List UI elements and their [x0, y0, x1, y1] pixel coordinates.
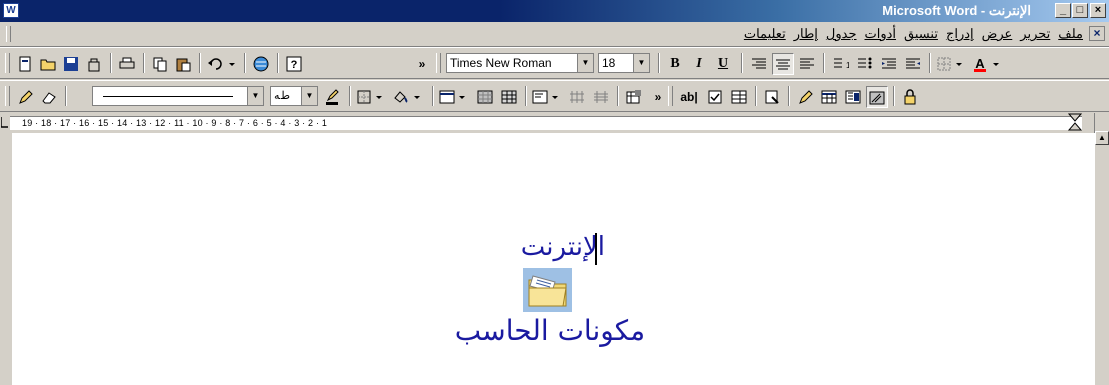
align-center-icon[interactable]: [772, 53, 794, 75]
new-document-icon[interactable]: [14, 53, 36, 75]
border-color-icon[interactable]: [321, 86, 343, 108]
permissions-icon[interactable]: [83, 53, 105, 75]
borders-icon[interactable]: [935, 53, 967, 75]
menu-format[interactable]: تنسيق: [900, 26, 942, 42]
font-color-icon[interactable]: A: [972, 53, 1006, 75]
title-bar: W Microsoft Word - الإنترنت _ □ ×: [0, 0, 1109, 22]
svg-text:1: 1: [846, 61, 849, 70]
menu-frame[interactable]: إطار: [790, 26, 822, 42]
help-icon[interactable]: ?: [283, 53, 305, 75]
menu-tools[interactable]: أدوات: [861, 26, 901, 42]
window-title: Microsoft Word - الإنترنت: [882, 3, 1031, 18]
form-field-shading-icon[interactable]: [866, 86, 888, 108]
bullets-icon[interactable]: [854, 53, 876, 75]
numbering-icon[interactable]: 1: [830, 53, 852, 75]
shading-color-icon[interactable]: [391, 86, 425, 108]
copy-icon[interactable]: [149, 53, 171, 75]
bold-button[interactable]: B: [664, 53, 686, 75]
insert-table-small-icon[interactable]: [818, 86, 840, 108]
vertical-scrollbar[interactable]: ▲: [1094, 113, 1109, 385]
chevron-down-icon[interactable]: ▼: [247, 87, 263, 105]
chevron-down-icon[interactable]: ▼: [577, 54, 593, 72]
toolbar-grip[interactable]: [668, 86, 673, 106]
eraser-icon[interactable]: [38, 86, 60, 108]
line-style-preview: [103, 96, 233, 97]
menu-table[interactable]: جدول: [822, 26, 861, 42]
insert-table-icon[interactable]: [438, 86, 470, 108]
increase-indent-icon[interactable]: [902, 53, 924, 75]
paste-icon[interactable]: [172, 53, 194, 75]
merge-cells-icon[interactable]: [474, 86, 496, 108]
protect-form-icon[interactable]: [899, 86, 921, 108]
word-icon[interactable]: W: [3, 3, 19, 18]
outside-border-icon[interactable]: [355, 86, 387, 108]
align-left-icon[interactable]: [796, 53, 818, 75]
more-buttons-icon[interactable]: »: [416, 53, 428, 75]
scroll-up-icon[interactable]: ▲: [1095, 131, 1109, 145]
draw-table-pencil-icon[interactable]: [14, 86, 36, 108]
align-right-icon[interactable]: [748, 53, 770, 75]
left-margin-strip: [0, 133, 12, 385]
standard-formatting-toolbar: ? » Times New Roman ▼ 18 ▼ B I U 1 A: [0, 47, 1109, 79]
menu-bar: ملفتحريرعرضإدراجتنسيقأدواتجدولإطارتعليما…: [0, 22, 1109, 47]
line-style-select[interactable]: ▼: [92, 86, 264, 106]
save-icon[interactable]: [60, 53, 82, 75]
menu-help[interactable]: تعليمات: [740, 26, 790, 42]
chevron-down-icon[interactable]: ▼: [301, 87, 317, 105]
toolbar-grip[interactable]: [5, 86, 10, 106]
text-direction-select[interactable]: ﻁﻪ ▼: [270, 86, 318, 106]
horizontal-ruler[interactable]: 19 · 18 · 17 · 16 · 15 · 14 · 13 · 12 · …: [0, 113, 1094, 133]
draw-table-icon[interactable]: [794, 86, 816, 108]
close-button[interactable]: ×: [1090, 3, 1106, 18]
italic-button[interactable]: I: [688, 53, 710, 75]
distribute-columns-icon[interactable]: [590, 86, 612, 108]
font-name-select[interactable]: Times New Roman ▼: [446, 53, 594, 73]
menu-file[interactable]: ملف: [1054, 26, 1087, 42]
font-size-select[interactable]: 18 ▼: [598, 53, 650, 73]
indent-marker-icon[interactable]: [1067, 113, 1083, 132]
minimize-button[interactable]: _: [1055, 3, 1071, 18]
underline-button[interactable]: U: [712, 53, 734, 75]
print-icon[interactable]: [116, 53, 138, 75]
menu-edit[interactable]: تحرير: [1016, 26, 1054, 42]
menu-grip[interactable]: [6, 26, 11, 42]
table-autoformat-icon[interactable]: [623, 86, 645, 108]
menu-insert[interactable]: إدراج: [942, 26, 978, 42]
chevron-down-icon[interactable]: ▼: [633, 54, 649, 72]
toolbar-grip[interactable]: [436, 53, 441, 73]
dropdown-form-field-icon[interactable]: [728, 86, 750, 108]
svg-text:A: A: [975, 56, 985, 71]
folder-icon[interactable]: [523, 268, 572, 312]
menu-items: ملفتحريرعرضإدراجتنسيقأدواتجدولإطارتعليما…: [740, 26, 1087, 42]
drawing-tables-toolbar: ▼ ﻁﻪ ▼ » ab|: [0, 80, 1109, 112]
text-form-field-button[interactable]: ab|: [676, 86, 702, 108]
undo-icon[interactable]: [205, 53, 239, 75]
svg-text:?: ?: [291, 59, 298, 71]
menu-view[interactable]: عرض: [978, 26, 1017, 42]
form-field-options-icon[interactable]: [761, 86, 783, 108]
document-close-button[interactable]: ×: [1089, 26, 1105, 41]
insert-frame-icon[interactable]: [842, 86, 864, 108]
cell-alignment-icon[interactable]: [531, 86, 563, 108]
document-caption: مكونات الحاسب: [454, 314, 646, 347]
toolbar-grip[interactable]: [5, 53, 10, 73]
decrease-indent-icon[interactable]: [878, 53, 900, 75]
web-globe-icon[interactable]: [250, 53, 272, 75]
tab-selector-icon[interactable]: [0, 117, 9, 128]
open-folder-icon[interactable]: [37, 53, 59, 75]
text-cursor: [595, 233, 597, 265]
maximize-button[interactable]: □: [1072, 3, 1088, 18]
distribute-rows-icon[interactable]: [566, 86, 588, 108]
more-buttons-icon[interactable]: »: [652, 86, 664, 108]
document-heading: الإنترنت: [520, 232, 605, 262]
checkbox-form-field-icon[interactable]: [704, 86, 726, 108]
ruler-scale: 19 · 18 · 17 · 16 · 15 · 14 · 13 · 12 · …: [10, 116, 1082, 130]
split-cells-icon[interactable]: [498, 86, 520, 108]
